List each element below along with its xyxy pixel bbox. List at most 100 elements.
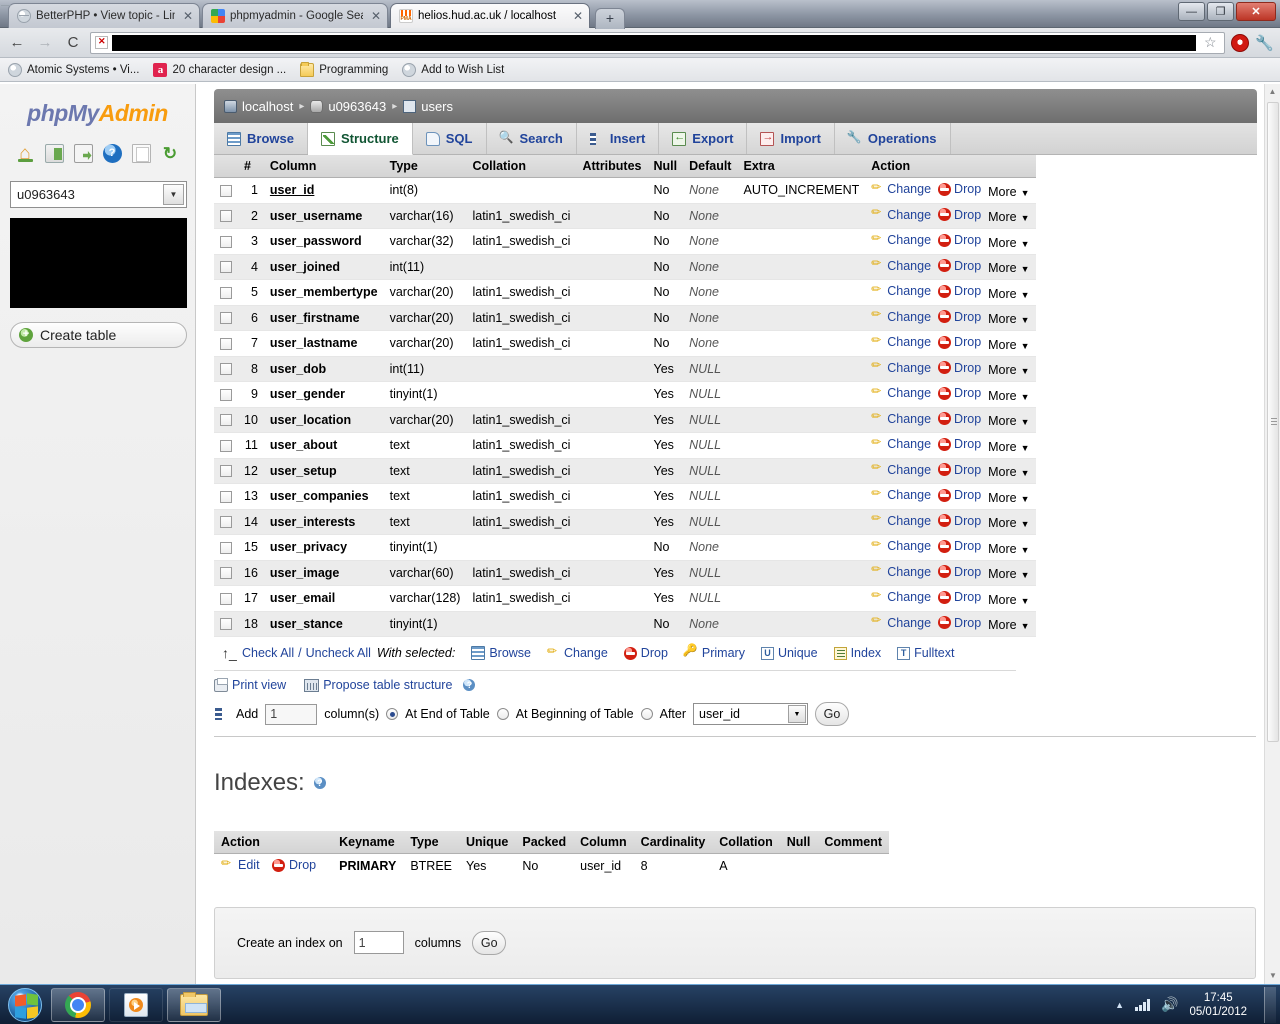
forward-button[interactable]: → bbox=[34, 32, 56, 54]
create-index-count-input[interactable]: 1 bbox=[353, 931, 404, 954]
row-drop-link[interactable]: Drop bbox=[938, 233, 981, 247]
change-label[interactable]: Change bbox=[887, 284, 931, 298]
database-select[interactable]: u0963643 ▼ bbox=[10, 181, 187, 208]
header-attributes[interactable]: Attributes bbox=[576, 155, 648, 178]
database-tree-panel[interactable] bbox=[10, 218, 187, 308]
radio-at-end-of-table[interactable] bbox=[386, 708, 399, 720]
row-column-name[interactable]: user_stance bbox=[263, 611, 384, 637]
row-checkbox[interactable] bbox=[220, 541, 232, 554]
row-column-name[interactable]: user_id bbox=[263, 177, 384, 204]
row-more-menu[interactable]: More ▼ bbox=[988, 516, 1029, 530]
radio-at-beginning-of-table[interactable] bbox=[496, 708, 509, 720]
row-drop-link[interactable]: Drop bbox=[938, 259, 981, 273]
with-selected-change[interactable]: Change bbox=[547, 644, 608, 661]
drop-label[interactable]: Drop bbox=[954, 488, 981, 502]
drop-label[interactable]: Drop bbox=[954, 182, 981, 196]
tab-import[interactable]: Import bbox=[747, 123, 835, 154]
header-num[interactable]: # bbox=[238, 155, 264, 178]
change-label[interactable]: Change bbox=[887, 463, 931, 477]
add-column-go-button[interactable]: Go bbox=[815, 702, 850, 726]
row-change-link[interactable]: Change bbox=[871, 256, 931, 273]
row-more-menu[interactable]: More ▼ bbox=[988, 338, 1029, 352]
row-more-menu[interactable]: More ▼ bbox=[988, 261, 1029, 275]
row-more-menu[interactable]: More ▼ bbox=[988, 440, 1029, 454]
row-change-link[interactable]: Change bbox=[871, 384, 931, 401]
row-more-menu[interactable]: More ▼ bbox=[988, 593, 1029, 607]
row-checkbox[interactable] bbox=[220, 388, 232, 401]
drop-label[interactable]: Drop bbox=[954, 259, 981, 273]
network-icon[interactable] bbox=[1135, 998, 1150, 1011]
row-checkbox[interactable] bbox=[220, 261, 232, 274]
row-column-name[interactable]: user_joined bbox=[263, 254, 384, 280]
tab-export[interactable]: Export bbox=[659, 123, 748, 154]
browser-tab-3[interactable]: PMA helios.hud.ac.uk / localhost ✕ bbox=[390, 3, 590, 28]
new-tab-button[interactable]: + bbox=[595, 8, 625, 29]
row-column-name[interactable]: user_setup bbox=[263, 458, 384, 484]
row-drop-link[interactable]: Drop bbox=[938, 539, 981, 553]
header-default[interactable]: Default bbox=[683, 155, 738, 178]
print-view-link[interactable]: Print view bbox=[214, 677, 286, 692]
info-icon[interactable]: ? bbox=[463, 679, 476, 691]
bookmark-item[interactable]: Atomic Systems • Vi... bbox=[8, 62, 139, 77]
drop-label[interactable]: Drop bbox=[954, 208, 981, 222]
change-label[interactable]: Change bbox=[887, 565, 931, 579]
with-selected-unique[interactable]: U Unique bbox=[760, 646, 818, 660]
row-more-menu[interactable]: More ▼ bbox=[988, 491, 1029, 505]
tab-close-icon[interactable]: ✕ bbox=[368, 10, 381, 22]
scroll-down-arrow-icon[interactable]: ▼ bbox=[1265, 968, 1280, 984]
row-column-name[interactable]: user_dob bbox=[263, 356, 384, 382]
reload-icon[interactable] bbox=[161, 144, 180, 163]
row-more-menu[interactable]: More ▼ bbox=[988, 185, 1029, 199]
change-label[interactable]: Change bbox=[887, 539, 931, 553]
row-checkbox[interactable] bbox=[220, 312, 232, 325]
volume-icon[interactable]: 🔊 bbox=[1161, 996, 1178, 1013]
row-column-name[interactable]: user_gender bbox=[263, 381, 384, 408]
show-desktop-button[interactable] bbox=[1264, 986, 1276, 1023]
row-change-link[interactable]: Change bbox=[871, 435, 931, 452]
index-edit-link[interactable]: Edit bbox=[221, 856, 260, 873]
drop-label[interactable]: Drop bbox=[954, 616, 981, 630]
taskbar-item-explorer[interactable] bbox=[167, 987, 221, 1022]
row-drop-link[interactable]: Drop bbox=[938, 488, 981, 502]
row-more-menu[interactable]: More ▼ bbox=[988, 618, 1029, 632]
header-type[interactable]: Type bbox=[383, 155, 467, 178]
home-icon[interactable] bbox=[16, 144, 35, 163]
row-change-link[interactable]: Change bbox=[871, 409, 931, 426]
change-label[interactable]: Change bbox=[887, 259, 931, 273]
row-checkbox[interactable] bbox=[220, 235, 232, 248]
row-drop-link[interactable]: Drop bbox=[938, 463, 981, 477]
drop-label[interactable]: Drop bbox=[954, 463, 981, 477]
drop-label[interactable]: Drop bbox=[954, 565, 981, 579]
query-window-icon[interactable] bbox=[73, 144, 93, 163]
change-label[interactable]: Change bbox=[887, 335, 931, 349]
row-drop-link[interactable]: Drop bbox=[938, 310, 981, 324]
drop-label[interactable]: Drop bbox=[954, 437, 981, 451]
row-checkbox[interactable] bbox=[220, 490, 232, 503]
close-button[interactable]: ✕ bbox=[1236, 2, 1276, 21]
bookmark-star-icon[interactable]: ☆ bbox=[1200, 34, 1220, 51]
change-label[interactable]: Change bbox=[887, 488, 931, 502]
row-checkbox[interactable] bbox=[220, 439, 232, 452]
with-selected-primary[interactable]: Primary bbox=[683, 643, 745, 660]
change-label[interactable]: Change bbox=[887, 208, 931, 222]
row-checkbox[interactable] bbox=[220, 465, 232, 478]
row-change-link[interactable]: Change bbox=[871, 537, 931, 554]
row-more-menu[interactable]: More ▼ bbox=[988, 236, 1029, 250]
row-column-name[interactable]: user_email bbox=[263, 585, 384, 612]
documentation-icon[interactable] bbox=[131, 144, 151, 163]
tab-insert[interactable]: Insert bbox=[576, 123, 660, 154]
row-column-name[interactable]: user_firstname bbox=[263, 305, 384, 331]
row-checkbox[interactable] bbox=[220, 567, 232, 580]
row-more-menu[interactable]: More ▼ bbox=[988, 465, 1029, 479]
row-drop-link[interactable]: Drop bbox=[938, 437, 981, 451]
adblock-extension-icon[interactable] bbox=[1231, 33, 1250, 52]
drop-label[interactable]: Drop bbox=[954, 412, 981, 426]
back-button[interactable]: ← bbox=[6, 32, 28, 54]
with-selected-index[interactable]: Index bbox=[833, 646, 881, 660]
clock[interactable]: 17:45 05/01/2012 bbox=[1189, 991, 1247, 1019]
row-change-link[interactable]: Change bbox=[871, 231, 931, 248]
taskbar-item-chrome[interactable] bbox=[51, 987, 105, 1022]
row-drop-link[interactable]: Drop bbox=[938, 182, 981, 196]
browser-tab-2[interactable]: phpmyadmin - Google Sea ✕ bbox=[202, 3, 388, 28]
row-change-link[interactable]: Change bbox=[871, 333, 931, 350]
